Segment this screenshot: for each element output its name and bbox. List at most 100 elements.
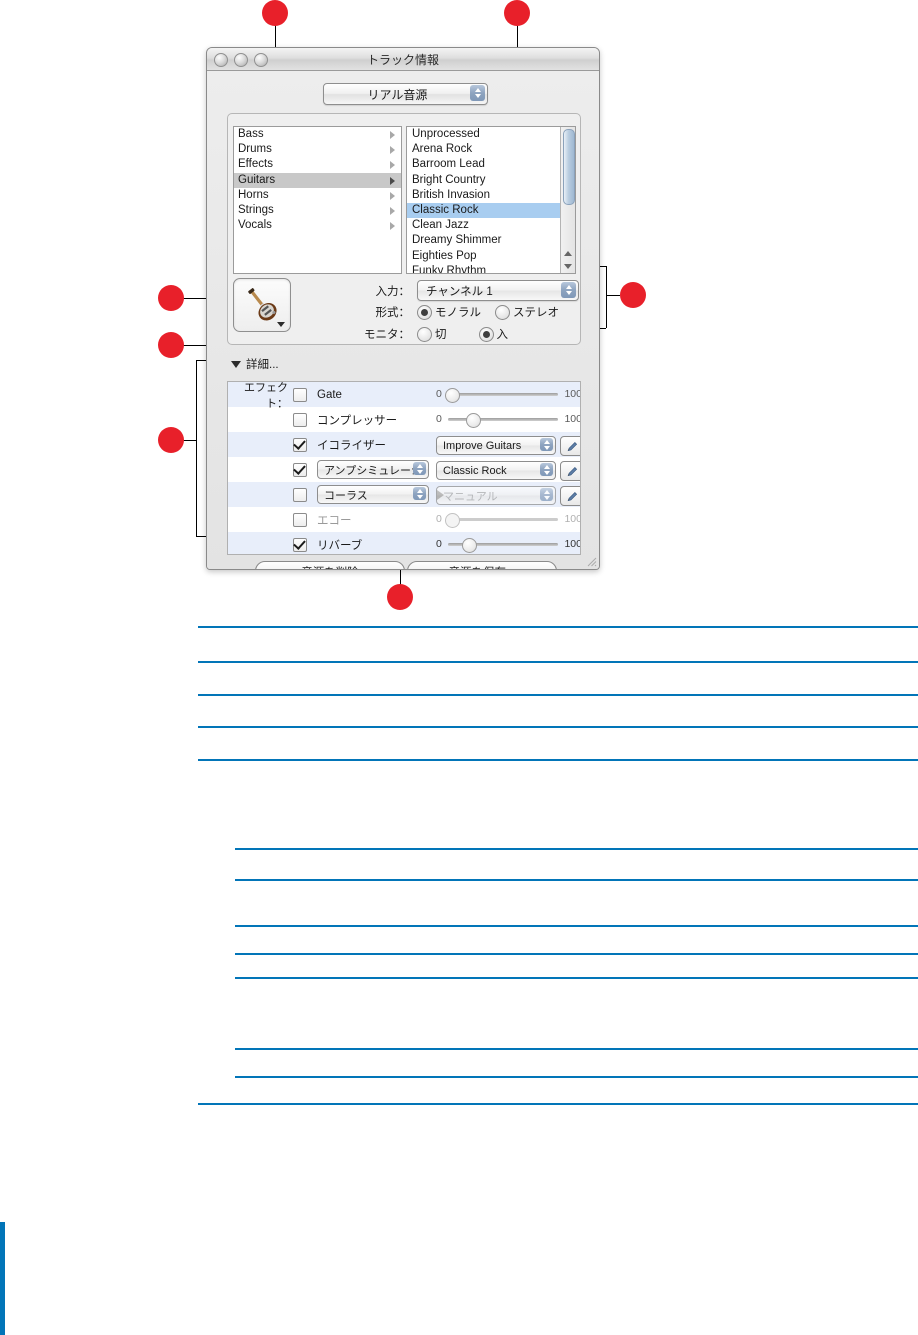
slider-max-label: 100 bbox=[564, 388, 581, 400]
radio-icon[interactable] bbox=[417, 326, 432, 342]
slider-min-label: 0 bbox=[436, 538, 442, 550]
effect-slider[interactable]: 0 100 bbox=[436, 537, 580, 553]
effect-name: コーラス bbox=[324, 489, 368, 502]
radio-icon[interactable] bbox=[417, 304, 432, 320]
resize-grip-icon[interactable] bbox=[584, 554, 597, 567]
effect-slider[interactable]: 0 100 bbox=[436, 412, 581, 428]
monitor-row: モニタ： 切 入 bbox=[336, 326, 522, 342]
chevron-updown-icon bbox=[540, 488, 553, 501]
details-disclosure[interactable]: 詳細... bbox=[231, 356, 279, 372]
callout-dot-instrument-icon bbox=[158, 285, 184, 311]
effect-preset-value: Improve Guitars bbox=[443, 439, 522, 452]
scroll-up-icon[interactable] bbox=[564, 251, 572, 256]
effect-name: イコライザー bbox=[317, 439, 386, 452]
effect-row-equalizer: イコライザー Improve Guitars bbox=[228, 432, 580, 457]
input-channel-popup[interactable]: チャンネル 1 bbox=[417, 280, 579, 301]
callout-dot-buttons bbox=[387, 584, 413, 610]
preset-list-scrollbar[interactable] bbox=[560, 127, 575, 273]
effect-checkbox[interactable] bbox=[293, 537, 307, 552]
slider-track[interactable] bbox=[445, 512, 559, 528]
slider-knob[interactable] bbox=[445, 512, 461, 528]
monitor-option-off[interactable]: 切 bbox=[417, 326, 447, 342]
list-item[interactable]: Barroom Lead bbox=[407, 157, 575, 172]
effect-row-chorus: コーラス マニュアル bbox=[228, 482, 580, 507]
effect-checkbox[interactable] bbox=[293, 387, 307, 402]
save-instrument-button[interactable]: 音源を保存... bbox=[407, 561, 557, 569]
list-item[interactable]: Vocals bbox=[234, 218, 401, 233]
leader-line-input-section-pointer bbox=[606, 295, 620, 296]
format-option-stereo[interactable]: ステレオ bbox=[495, 304, 559, 320]
source-type-popup[interactable]: リアル音源 bbox=[323, 83, 488, 105]
window-body: リアル音源 Bass Drums Effects Guitars Horns S… bbox=[207, 71, 599, 569]
scroll-down-icon[interactable] bbox=[564, 264, 572, 269]
list-item[interactable]: Bass bbox=[234, 127, 401, 142]
list-item[interactable]: Eighties Pop bbox=[407, 249, 575, 264]
window-title: トラック情報 bbox=[366, 53, 439, 67]
slider-knob[interactable] bbox=[466, 412, 482, 428]
monitor-option-on[interactable]: 入 bbox=[478, 326, 508, 342]
format-mono-label: モノラル bbox=[435, 307, 481, 319]
slider-knob[interactable] bbox=[445, 387, 461, 403]
effect-checkbox[interactable] bbox=[293, 412, 307, 427]
effect-preset-popup[interactable]: Improve Guitars bbox=[436, 436, 556, 455]
effect-type-popup[interactable]: コーラス bbox=[317, 485, 429, 504]
scrollbar-arrows[interactable] bbox=[561, 247, 575, 273]
edit-effect-button[interactable] bbox=[560, 436, 580, 456]
list-item[interactable]: Drums bbox=[234, 142, 401, 157]
edit-effect-button[interactable] bbox=[560, 486, 580, 506]
edit-effect-button[interactable] bbox=[560, 461, 580, 481]
instrument-icon-well[interactable] bbox=[233, 278, 291, 332]
list-item[interactable]: Funky Rhythm bbox=[407, 264, 575, 273]
list-item[interactable]: Clean Jazz bbox=[407, 218, 575, 233]
triangle-down-icon[interactable] bbox=[231, 360, 241, 368]
page-edge-marker bbox=[0, 1222, 5, 1335]
effect-preset-popup[interactable]: マニュアル bbox=[436, 486, 556, 505]
effect-checkbox[interactable] bbox=[293, 487, 307, 502]
effect-row-gate: エフェクト： Gate 0 100 bbox=[228, 382, 581, 410]
list-item[interactable]: Dreamy Shimmer bbox=[407, 233, 575, 248]
effect-slider[interactable]: 0 100 bbox=[436, 512, 580, 528]
chevron-right-icon bbox=[390, 191, 395, 200]
category-list[interactable]: Bass Drums Effects Guitars Horns Strings… bbox=[233, 126, 402, 274]
effect-preset-popup[interactable]: Classic Rock bbox=[436, 461, 556, 480]
slider-track[interactable] bbox=[447, 537, 559, 553]
list-item-selected[interactable]: Classic Rock bbox=[407, 202, 575, 219]
effects-panel: エフェクト： Gate 0 100 コンプレッサー 0 100 イコライザー I… bbox=[227, 381, 581, 555]
slider-track[interactable] bbox=[445, 387, 559, 403]
chevron-right-icon bbox=[390, 146, 395, 155]
effect-type-popup[interactable]: アンプシミュレーシ bbox=[317, 460, 429, 479]
list-item[interactable]: Effects bbox=[234, 157, 401, 172]
format-stereo-label: ステレオ bbox=[513, 307, 559, 319]
format-label: 形式： bbox=[375, 307, 411, 319]
effect-checkbox[interactable] bbox=[293, 512, 307, 527]
effect-checkbox[interactable] bbox=[293, 437, 307, 452]
format-option-mono[interactable]: モノラル bbox=[417, 304, 481, 320]
list-item[interactable]: Horns bbox=[234, 188, 401, 203]
slider-knob[interactable] bbox=[461, 537, 477, 553]
list-item[interactable]: Arena Rock bbox=[407, 142, 575, 157]
radio-icon[interactable] bbox=[495, 304, 510, 320]
scrollbar-thumb[interactable] bbox=[563, 129, 575, 205]
preset-list[interactable]: Unprocessed Arena Rock Barroom Lead Brig… bbox=[406, 126, 576, 274]
chevron-right-icon bbox=[390, 131, 395, 139]
input-label: 入力： bbox=[375, 285, 411, 298]
slider-max-label: 100 bbox=[564, 413, 581, 425]
slider-track[interactable] bbox=[447, 412, 559, 428]
table-rule-bottom bbox=[198, 1103, 918, 1105]
window-titlebar[interactable]: トラック情報 bbox=[207, 48, 599, 71]
effect-row-echo: エコー 0 100 bbox=[228, 507, 580, 532]
electric-guitar-icon bbox=[248, 288, 277, 321]
input-channel-value: チャンネル 1 bbox=[426, 285, 493, 298]
list-item-selected[interactable]: Guitars bbox=[234, 172, 401, 188]
delete-instrument-button[interactable]: 音源を削除 bbox=[255, 561, 405, 569]
list-item[interactable]: Unprocessed bbox=[407, 127, 575, 142]
effect-slider[interactable]: 0 100 bbox=[436, 387, 581, 403]
table-rule bbox=[235, 1076, 918, 1078]
effect-name: コンプレッサー bbox=[317, 414, 398, 427]
radio-icon[interactable] bbox=[478, 326, 494, 342]
effect-checkbox[interactable] bbox=[293, 462, 307, 477]
list-item[interactable]: Bright Country bbox=[407, 173, 575, 188]
list-item[interactable]: British Invasion bbox=[407, 188, 575, 203]
list-item[interactable]: Strings bbox=[234, 203, 401, 218]
chevron-down-icon[interactable] bbox=[277, 322, 285, 327]
